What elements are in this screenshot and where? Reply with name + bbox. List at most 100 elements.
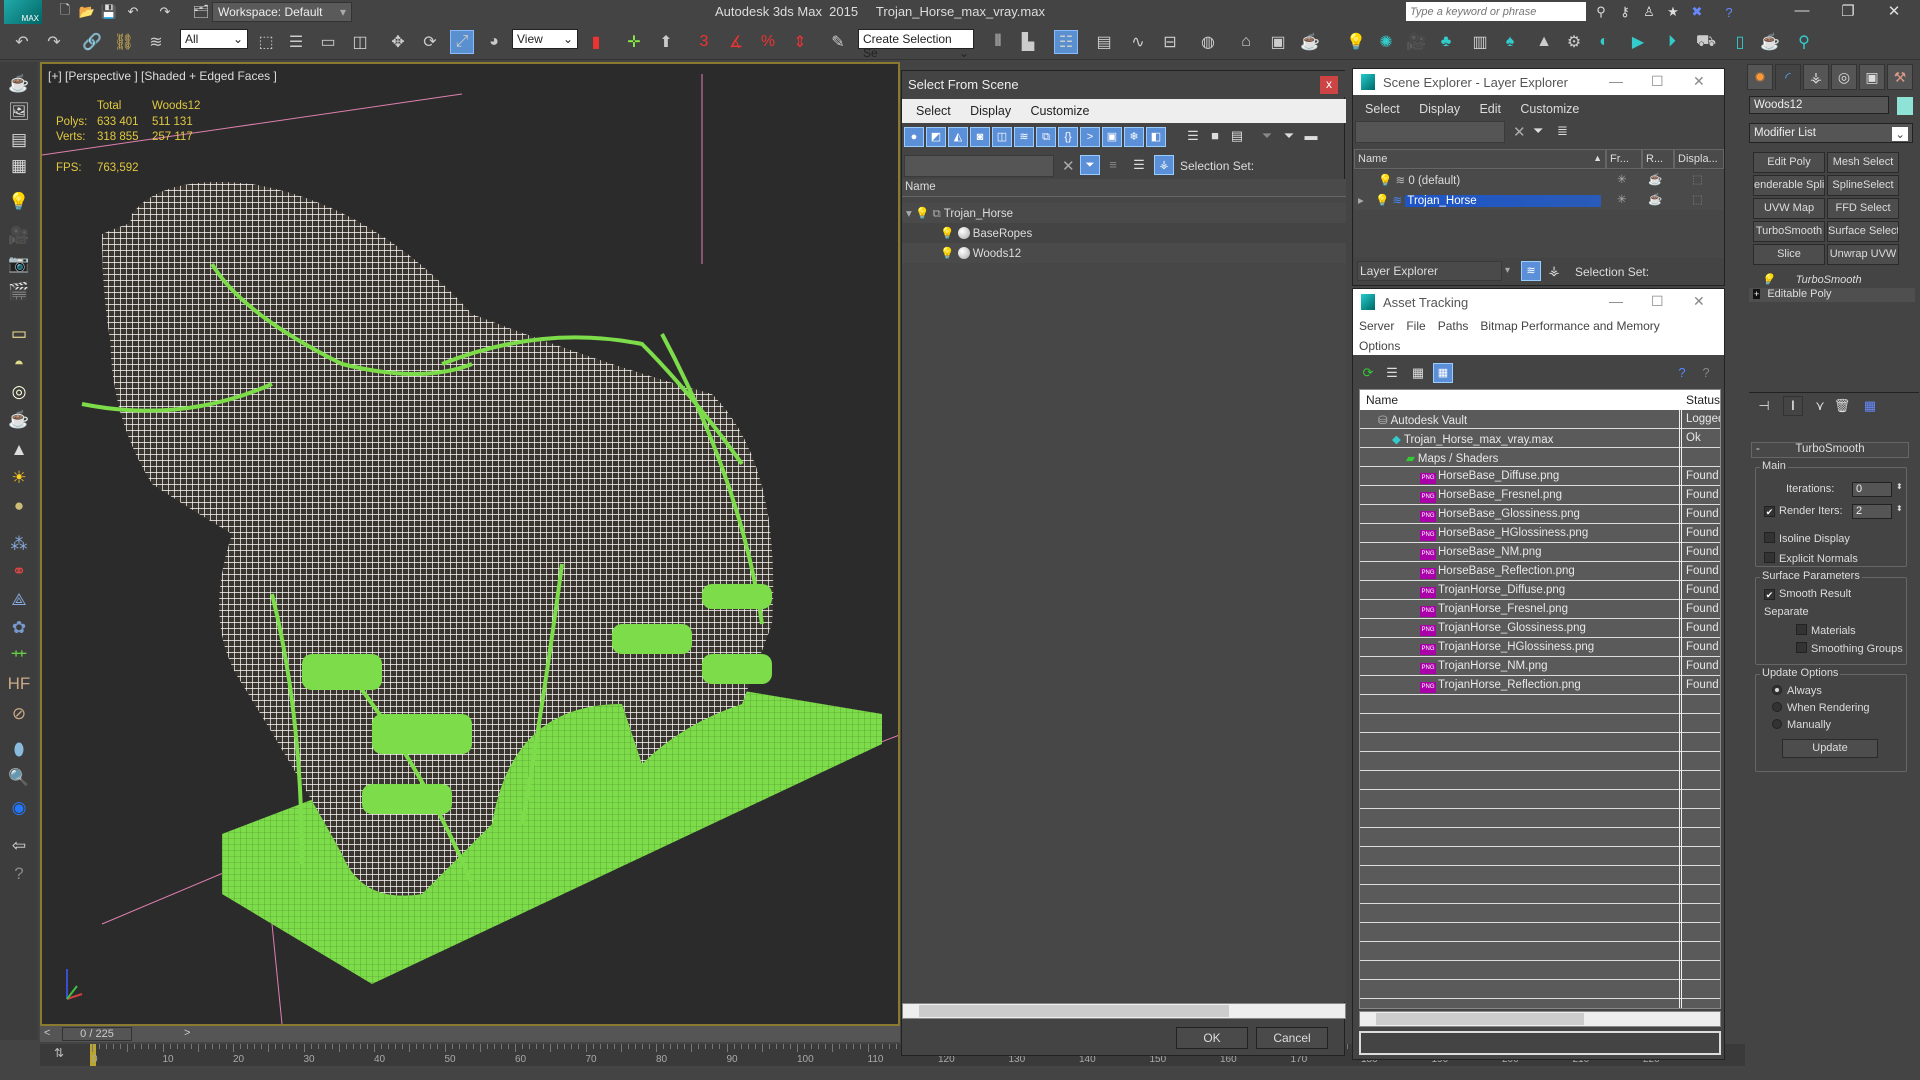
menu-display[interactable]: Display xyxy=(962,99,1019,123)
spinner-arrows-icon[interactable]: ⬍ xyxy=(1896,504,1903,513)
camera-icon[interactable]: 🎥 xyxy=(6,224,32,248)
cancel-button[interactable]: Cancel xyxy=(1256,1027,1328,1049)
help-icon[interactable]: ? xyxy=(1720,3,1738,21)
select-and-link-icon[interactable]: 🔗 xyxy=(80,30,104,54)
menu-bitmap-performance[interactable]: Bitmap Performance and Memory xyxy=(1474,315,1665,337)
material-browser-icon[interactable]: 🔍 xyxy=(6,766,32,790)
favorites-star-icon[interactable]: ★ xyxy=(1664,3,1682,21)
display-box-icon[interactable]: ⬚ xyxy=(1692,192,1703,206)
render-iters-spinner[interactable]: 2 xyxy=(1852,504,1892,519)
vray-frame-buffer-icon[interactable]: ▶ xyxy=(1626,30,1650,54)
freeze-snowflake-icon[interactable]: ✳ xyxy=(1617,172,1627,186)
toggle-layer-explorer-icon[interactable]: ▤ xyxy=(1092,30,1116,54)
render-iters-checkbox[interactable]: ✔ Render Iters: xyxy=(1764,505,1843,517)
render-teapot-icon[interactable]: ☕ xyxy=(1648,192,1662,206)
tree-view-icon[interactable]: ▦ xyxy=(1409,365,1427,383)
modifier-set-button[interactable]: Edit Poly xyxy=(1753,152,1825,173)
time-slider[interactable]: < 0 / 225 > xyxy=(40,1026,900,1042)
selection-filter-dropdown[interactable]: All ⌄ xyxy=(180,29,248,49)
snaps-toggle-icon[interactable]: 3 xyxy=(692,30,716,54)
stack-item[interactable]: 💡 TurboSmooth xyxy=(1749,273,1915,287)
maximize-button[interactable]: ☐ xyxy=(1651,73,1664,90)
utilities-tab-icon[interactable]: ⚒ xyxy=(1887,64,1913,90)
tree-row[interactable]: ▾ 💡 ⧉ Trojan_Horse xyxy=(902,203,1346,223)
show-end-result-icon[interactable]: I xyxy=(1783,396,1803,416)
hierarchy-layers-icon[interactable]: ≡ xyxy=(1104,157,1122,175)
hierarchy-icon[interactable]: ⚶ xyxy=(1154,155,1174,175)
vray-sun-icon[interactable]: ☀ xyxy=(6,466,32,490)
display-geometry-icon[interactable]: ● xyxy=(904,127,924,147)
sphere-primitive-icon[interactable]: ⬮ xyxy=(6,738,32,762)
display-helpers-icon[interactable]: ◫ xyxy=(992,127,1012,147)
when-rendering-radio[interactable]: When Rendering xyxy=(1772,702,1870,714)
horizontal-scrollbar[interactable] xyxy=(902,1003,1346,1019)
vray-proxy-icon[interactable]: ✿ xyxy=(6,616,32,640)
visibility-bulb-icon[interactable]: 💡 xyxy=(1375,195,1389,207)
vray-camera-sync-icon[interactable]: ⛟ xyxy=(1694,30,1718,54)
update-button[interactable]: Update xyxy=(1782,739,1878,758)
mini-curve-editor-icon[interactable]: ⇅ xyxy=(54,1046,64,1060)
close-button[interactable]: ✕ xyxy=(1693,293,1705,310)
layers-mode-icon[interactable]: ≋ xyxy=(1521,261,1541,281)
vray-mesh-export-icon[interactable]: ▥ xyxy=(1468,30,1492,54)
undo-icon[interactable]: ↶ xyxy=(10,30,34,54)
ornatrix-icon[interactable]: ⊘ xyxy=(6,702,32,726)
app-menu-button[interactable]: MAX xyxy=(4,0,42,24)
binoculars-icon[interactable]: ⚲ xyxy=(1592,3,1610,21)
create-layer-icon[interactable]: ≣ xyxy=(1557,123,1568,139)
make-unique-icon[interactable]: ⋎ xyxy=(1811,398,1829,416)
display-frozen-icon[interactable]: ❄ xyxy=(1124,127,1144,147)
modify-tab-icon[interactable]: ◜ xyxy=(1775,64,1801,90)
render-setup-icon[interactable]: ⌂ xyxy=(1234,30,1258,54)
vray-sphere-light-icon[interactable]: ◎ xyxy=(6,380,32,404)
vray-ies-icon[interactable]: ▲ xyxy=(6,438,32,462)
display-box-icon[interactable]: ⬚ xyxy=(1692,172,1703,186)
select-invert-icon[interactable]: ▤ xyxy=(1228,128,1246,146)
asset-row[interactable]: PNG HorseBase_Fresnel.png Found xyxy=(1360,486,1720,505)
import-icon[interactable]: ⇦ xyxy=(6,834,32,858)
user-icon[interactable]: ♙ xyxy=(1640,3,1658,21)
layer-row[interactable]: ▸ 💡 ≋ Trojan_Horse ✳ ☕ ⬚ xyxy=(1354,190,1724,210)
asset-row[interactable]: PNG TrojanHorse_Reflection.png Found xyxy=(1360,676,1720,695)
display-tab-icon[interactable]: ▣ xyxy=(1859,64,1885,90)
asset-row[interactable]: ◆ Trojan_Horse_max_vray.max Ok xyxy=(1360,429,1720,448)
vray-options-icon[interactable]: ⚙ xyxy=(1562,30,1586,54)
pivot-center-icon[interactable]: ▮ xyxy=(584,30,608,54)
unlink-icon[interactable]: ⛓ xyxy=(112,30,136,54)
remove-modifier-icon[interactable]: 🗑 xyxy=(1833,398,1851,416)
table-view-icon[interactable]: ▦ xyxy=(1433,363,1453,383)
list-view-icon[interactable]: ☰ xyxy=(1383,365,1401,383)
create-tab-icon[interactable]: ✹ xyxy=(1747,64,1773,90)
render-production-icon[interactable]: ☕ xyxy=(1298,30,1322,54)
expand-arrow-icon[interactable]: ▾ xyxy=(906,208,912,220)
vray-toolbar-icon[interactable]: ▯ xyxy=(1728,30,1752,54)
vray-ambient-icon[interactable]: ● xyxy=(6,494,32,518)
select-by-name-icon[interactable]: ☰ xyxy=(284,30,308,54)
menu-select[interactable]: Select xyxy=(1357,97,1408,121)
new-file-icon[interactable]: 🗋 xyxy=(56,2,74,21)
asset-row[interactable]: PNG HorseBase_NM.png Found xyxy=(1360,543,1720,562)
turbosmooth-rollout-header[interactable]: - TurboSmooth xyxy=(1751,442,1909,458)
menu-server[interactable]: Server xyxy=(1353,315,1400,337)
rotate-icon[interactable]: ⟳ xyxy=(418,30,442,54)
close-button[interactable]: ✕ xyxy=(1876,2,1912,22)
time-prev-button[interactable]: < xyxy=(44,1027,50,1039)
display-bones-icon[interactable]: > xyxy=(1080,127,1100,147)
layers-icon[interactable]: ☰ xyxy=(1130,157,1148,175)
toggle-scene-explorer-icon[interactable]: ☷ xyxy=(1054,30,1078,54)
materials-checkbox[interactable]: Materials xyxy=(1796,624,1856,637)
modifier-set-button[interactable]: enderable Splin xyxy=(1753,175,1825,196)
vray-proxy-icon[interactable]: ♠ xyxy=(1498,30,1522,54)
modifier-set-button[interactable]: Mesh Select xyxy=(1827,152,1899,173)
teapot-icon[interactable]: ☕ xyxy=(1758,30,1782,54)
modifier-set-button[interactable]: SplineSelect xyxy=(1827,175,1899,196)
select-none-icon[interactable]: ■ xyxy=(1206,128,1224,146)
lightbulb-icon[interactable]: 💡 xyxy=(1761,274,1775,286)
modifier-set-button[interactable]: Slice xyxy=(1753,244,1825,265)
vray-plane-icon[interactable]: ▲ xyxy=(1532,30,1556,54)
render-teapot-icon[interactable]: ☕ xyxy=(1648,172,1662,186)
vray-camera-icon[interactable]: 🎥 xyxy=(1404,30,1428,54)
motion-tab-icon[interactable]: ◎ xyxy=(1831,64,1857,90)
tree-row[interactable]: 💡 BaseRopes xyxy=(902,223,1346,243)
undo-icon[interactable]: ↶ xyxy=(124,3,142,21)
